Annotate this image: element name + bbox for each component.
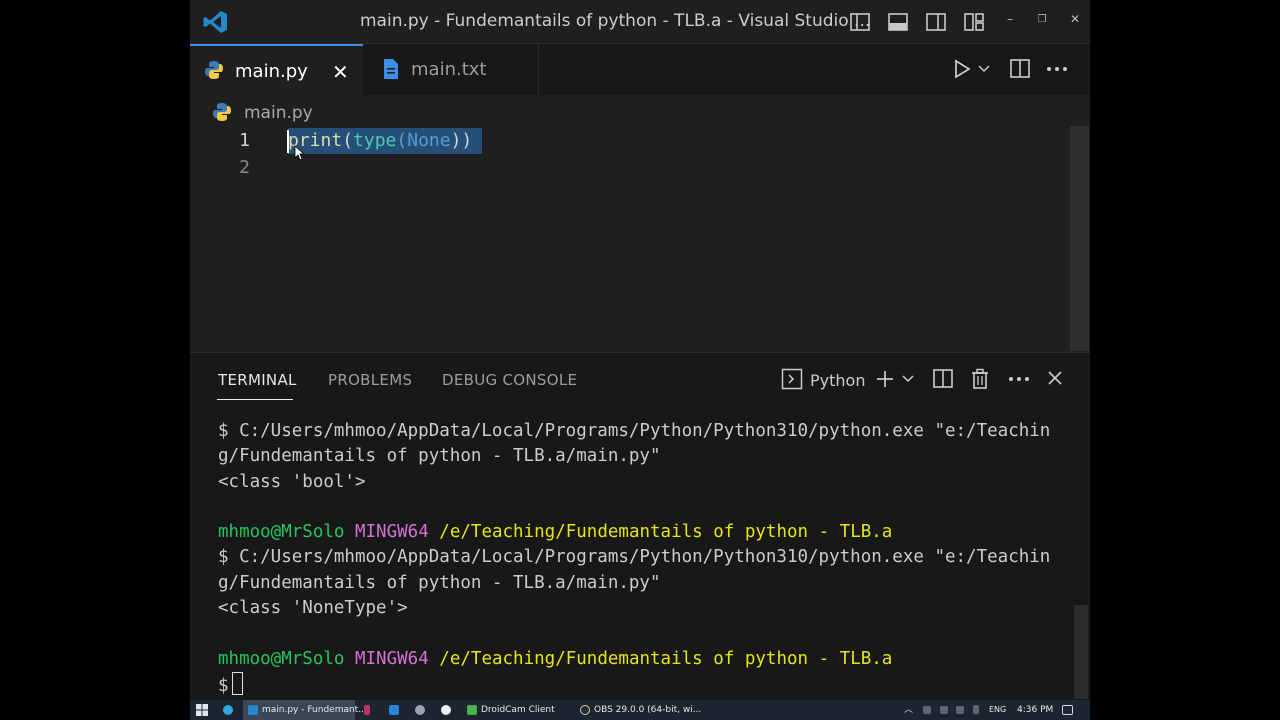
code-line-selected[interactable]: print(type(None)) bbox=[288, 128, 483, 154]
app-icon[interactable] bbox=[415, 705, 425, 715]
tray-icon[interactable] bbox=[940, 706, 948, 714]
tab-problems[interactable]: PROBLEMS bbox=[328, 371, 412, 389]
vscode-window: main.py - Fundemantails of python - TLB.… bbox=[190, 0, 1090, 700]
terminal-icon bbox=[781, 368, 803, 390]
tab-terminal[interactable]: TERMINAL bbox=[218, 371, 297, 389]
taskbar-item-label: OBS 29.0.0 (64-bit, wi... bbox=[594, 705, 702, 715]
terminal-line: $ C:/Users/mhmoo/AppData/Local/Programs/… bbox=[218, 421, 1051, 441]
mouse-pointer-icon bbox=[294, 145, 304, 161]
code-token-keyword: None bbox=[407, 130, 451, 151]
terminal-scrollbar[interactable] bbox=[1074, 605, 1088, 699]
python-file-icon bbox=[213, 103, 231, 121]
microphone-icon[interactable] bbox=[973, 705, 979, 714]
notifications-icon[interactable] bbox=[1062, 705, 1073, 715]
chevron-down-icon[interactable] bbox=[978, 64, 990, 74]
customize-layout-icon[interactable] bbox=[963, 11, 985, 33]
close-panel-icon[interactable] bbox=[1047, 370, 1063, 386]
minimize-button[interactable]: – bbox=[1000, 12, 1020, 26]
code-token-builtin: type bbox=[353, 130, 397, 151]
taskbar-clock[interactable]: 4:36 PM bbox=[1017, 700, 1053, 720]
text-file-icon bbox=[384, 59, 398, 79]
app-icon[interactable] bbox=[441, 705, 451, 715]
prompt-user: mhmoo@MrSolo bbox=[218, 522, 345, 543]
prompt-env: MINGW64 bbox=[354, 648, 429, 669]
tray-icon[interactable] bbox=[923, 706, 931, 714]
app-icon[interactable] bbox=[364, 705, 370, 715]
restore-button[interactable]: ❐ bbox=[1032, 14, 1052, 25]
terminal-line: $ C:/Users/mhmoo/AppData/Local/Programs/… bbox=[218, 547, 1051, 568]
window-title: main.py - Fundemantails of python - TLB.… bbox=[360, 11, 871, 31]
prompt-path: /e/Teaching/Fundemantails of python - TL… bbox=[439, 648, 893, 669]
chevron-down-icon[interactable] bbox=[902, 374, 914, 384]
split-terminal-icon[interactable] bbox=[933, 368, 953, 390]
terminal-line: <class 'bool'> bbox=[218, 471, 366, 492]
obs-app-icon bbox=[580, 705, 590, 715]
code-token-paren: ( bbox=[396, 130, 408, 151]
terminal-panel: TERMINAL PROBLEMS DEBUG CONSOLE Python $… bbox=[190, 352, 1090, 700]
terminal-cursor bbox=[231, 671, 243, 695]
prompt-env: MINGW64 bbox=[354, 522, 429, 543]
tab-main-txt[interactable]: main.txt bbox=[364, 44, 539, 95]
language-indicator[interactable]: ENG bbox=[989, 700, 1006, 720]
droidcam-app-icon bbox=[467, 705, 477, 715]
taskbar-item-label: main.py - Fundemant... bbox=[262, 705, 367, 715]
tab-label: main.py bbox=[235, 61, 308, 82]
tab-debug-console[interactable]: DEBUG CONSOLE bbox=[442, 371, 577, 389]
taskbar-item-droidcam[interactable]: DroidCam Client bbox=[463, 700, 568, 720]
trash-icon[interactable] bbox=[971, 368, 989, 390]
os-taskbar: main.py - Fundemant... DroidCam Client O… bbox=[190, 700, 1090, 720]
tab-label: main.txt bbox=[411, 59, 487, 80]
taskbar-item-obs[interactable]: OBS 29.0.0 (64-bit, wi... bbox=[576, 700, 701, 720]
vscode-app-icon bbox=[248, 705, 258, 715]
terminal-line: g/Fundemantails of python - TLB.a/main.p… bbox=[218, 572, 661, 593]
tab-main-py[interactable]: main.py ✕ bbox=[190, 44, 363, 95]
more-actions-icon[interactable] bbox=[1008, 376, 1030, 382]
run-icon[interactable] bbox=[952, 58, 972, 80]
close-window-button[interactable]: ✕ bbox=[1065, 12, 1085, 26]
text-caret bbox=[287, 130, 289, 153]
new-terminal-icon[interactable] bbox=[875, 368, 895, 390]
active-tab-indicator bbox=[217, 399, 293, 400]
todo-app-icon[interactable] bbox=[389, 705, 399, 715]
shell-label[interactable]: Python bbox=[810, 371, 865, 390]
toggle-panel-icon[interactable] bbox=[887, 11, 909, 33]
more-actions-icon[interactable] bbox=[1046, 66, 1068, 72]
vscode-logo-icon bbox=[203, 11, 227, 33]
editor-scrollbar[interactable] bbox=[1070, 126, 1089, 351]
python-file-icon bbox=[205, 61, 223, 79]
prompt-user: mhmoo@MrSolo bbox=[218, 648, 345, 669]
taskbar-item-label: DroidCam Client bbox=[481, 705, 555, 715]
split-editor-icon[interactable] bbox=[1010, 58, 1030, 80]
terminal-line: g/Fundemantails of python - TLB.a/main.p… bbox=[218, 446, 661, 467]
toggle-primary-sidebar-icon[interactable] bbox=[849, 11, 871, 33]
toggle-secondary-sidebar-icon[interactable] bbox=[925, 11, 947, 33]
line-number: 1 bbox=[239, 130, 250, 151]
line-number: 2 bbox=[239, 157, 250, 178]
tray-overflow-icon[interactable]: ︿ bbox=[904, 700, 913, 720]
tab-close-icon[interactable]: ✕ bbox=[332, 60, 349, 84]
terminal-line: <class 'NoneType'> bbox=[218, 598, 408, 619]
code-token-paren: )) bbox=[450, 130, 473, 151]
windows-start-icon[interactable] bbox=[196, 704, 208, 716]
editor-tab-bar: main.py ✕ main.txt bbox=[190, 43, 1090, 95]
breadcrumb-label: main.py bbox=[244, 103, 313, 123]
prompt-path: /e/Teaching/Fundemantails of python - TL… bbox=[439, 522, 893, 543]
terminal-output[interactable]: $ C:/Users/mhmoo/AppData/Local/Programs/… bbox=[218, 419, 1068, 699]
taskbar-item-vscode[interactable]: main.py - Fundemant... bbox=[243, 700, 367, 720]
title-bar: main.py - Fundemantails of python - TLB.… bbox=[190, 0, 1090, 43]
browser-icon[interactable] bbox=[223, 705, 233, 715]
code-token-paren: ( bbox=[342, 130, 354, 151]
network-icon[interactable] bbox=[956, 706, 964, 714]
terminal-prompt: $ bbox=[218, 675, 229, 696]
